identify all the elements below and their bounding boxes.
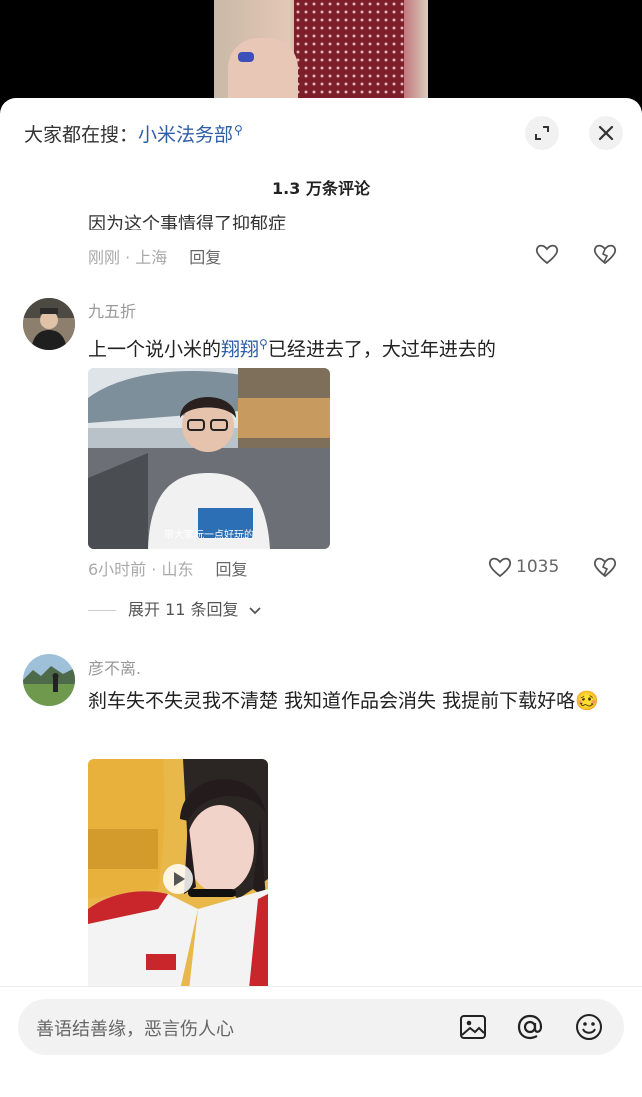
play-icon[interactable] bbox=[162, 863, 194, 895]
comment-time-location: 6小时前 · 山东 bbox=[88, 560, 194, 579]
comment-image[interactable]: 带大家玩一点好玩的 bbox=[88, 368, 330, 549]
expand-replies-button[interactable]: 展开 11 条回复 bbox=[88, 596, 262, 620]
video-frame[interactable] bbox=[214, 0, 428, 100]
search-suggestion[interactable]: 大家都在搜：小米法务部⚲ bbox=[24, 120, 243, 148]
image-icon[interactable] bbox=[458, 1012, 488, 1042]
like-icon[interactable] bbox=[534, 241, 560, 267]
expand-icon bbox=[535, 126, 549, 140]
comment-text: 刹车失不失灵我不清楚 我知道作品会消失 我提前下载好咯🥴 bbox=[88, 690, 599, 712]
video-background bbox=[0, 0, 642, 110]
grimace-emoji-icon: 🥴 bbox=[575, 690, 599, 712]
comment-input-placeholder: 善语结善缘，恶言伤人心 bbox=[36, 1019, 234, 1040]
avatar[interactable] bbox=[23, 298, 75, 350]
username[interactable]: 九五折 bbox=[88, 298, 136, 322]
comment-meta: 刚刚 · 上海 回复 bbox=[88, 244, 221, 268]
like-icon[interactable] bbox=[487, 554, 513, 580]
comment-time-location: 刚刚 · 上海 bbox=[88, 248, 168, 267]
search-hint-icon: ⚲ bbox=[259, 337, 268, 351]
search-hint-icon: ⚲ bbox=[234, 122, 243, 137]
comment-video-thumbnail[interactable] bbox=[88, 759, 268, 999]
comment-count: 1.3 万条评论 bbox=[272, 179, 370, 198]
username[interactable]: 彦不离. bbox=[88, 655, 141, 679]
comment-text: 上一个说小米的翔翔⚲已经进去了，大过年进去的 bbox=[88, 337, 496, 361]
close-icon bbox=[598, 125, 614, 141]
reply-button[interactable]: 回复 bbox=[215, 560, 247, 579]
comment-composer: 善语结善缘，恶言伤人心 bbox=[0, 986, 642, 1097]
like-count: 1035 bbox=[516, 557, 560, 577]
emoji-icon[interactable] bbox=[574, 1012, 604, 1042]
comment-input[interactable]: 善语结善缘，恶言伤人心 bbox=[18, 999, 624, 1055]
dislike-icon[interactable] bbox=[592, 241, 618, 267]
comment-keyword[interactable]: 翔翔 bbox=[221, 338, 259, 360]
close-button[interactable] bbox=[589, 116, 623, 150]
at-icon[interactable] bbox=[515, 1012, 545, 1042]
image-caption: 带大家玩一点好玩的 bbox=[164, 528, 254, 541]
dislike-icon[interactable] bbox=[592, 554, 618, 580]
divider-line bbox=[88, 610, 116, 611]
expand-button[interactable] bbox=[525, 116, 559, 150]
reply-button[interactable]: 回复 bbox=[189, 248, 221, 267]
avatar[interactable] bbox=[23, 654, 75, 706]
search-prefix: 大家都在搜： bbox=[24, 124, 139, 146]
comment-text: 因为这个事情得了抑郁症 bbox=[88, 214, 286, 230]
comment-meta: 6小时前 · 山东 回复 bbox=[88, 556, 247, 580]
chevron-down-icon bbox=[249, 606, 261, 614]
comments-sheet: 大家都在搜：小米法务部⚲ 1.3 万条评论 因为这个事情得了抑郁症 刚刚 · 上… bbox=[0, 98, 642, 1097]
expand-replies-label: 展开 11 条回复 bbox=[128, 600, 239, 619]
search-keyword[interactable]: 小米法务部 bbox=[138, 124, 233, 146]
